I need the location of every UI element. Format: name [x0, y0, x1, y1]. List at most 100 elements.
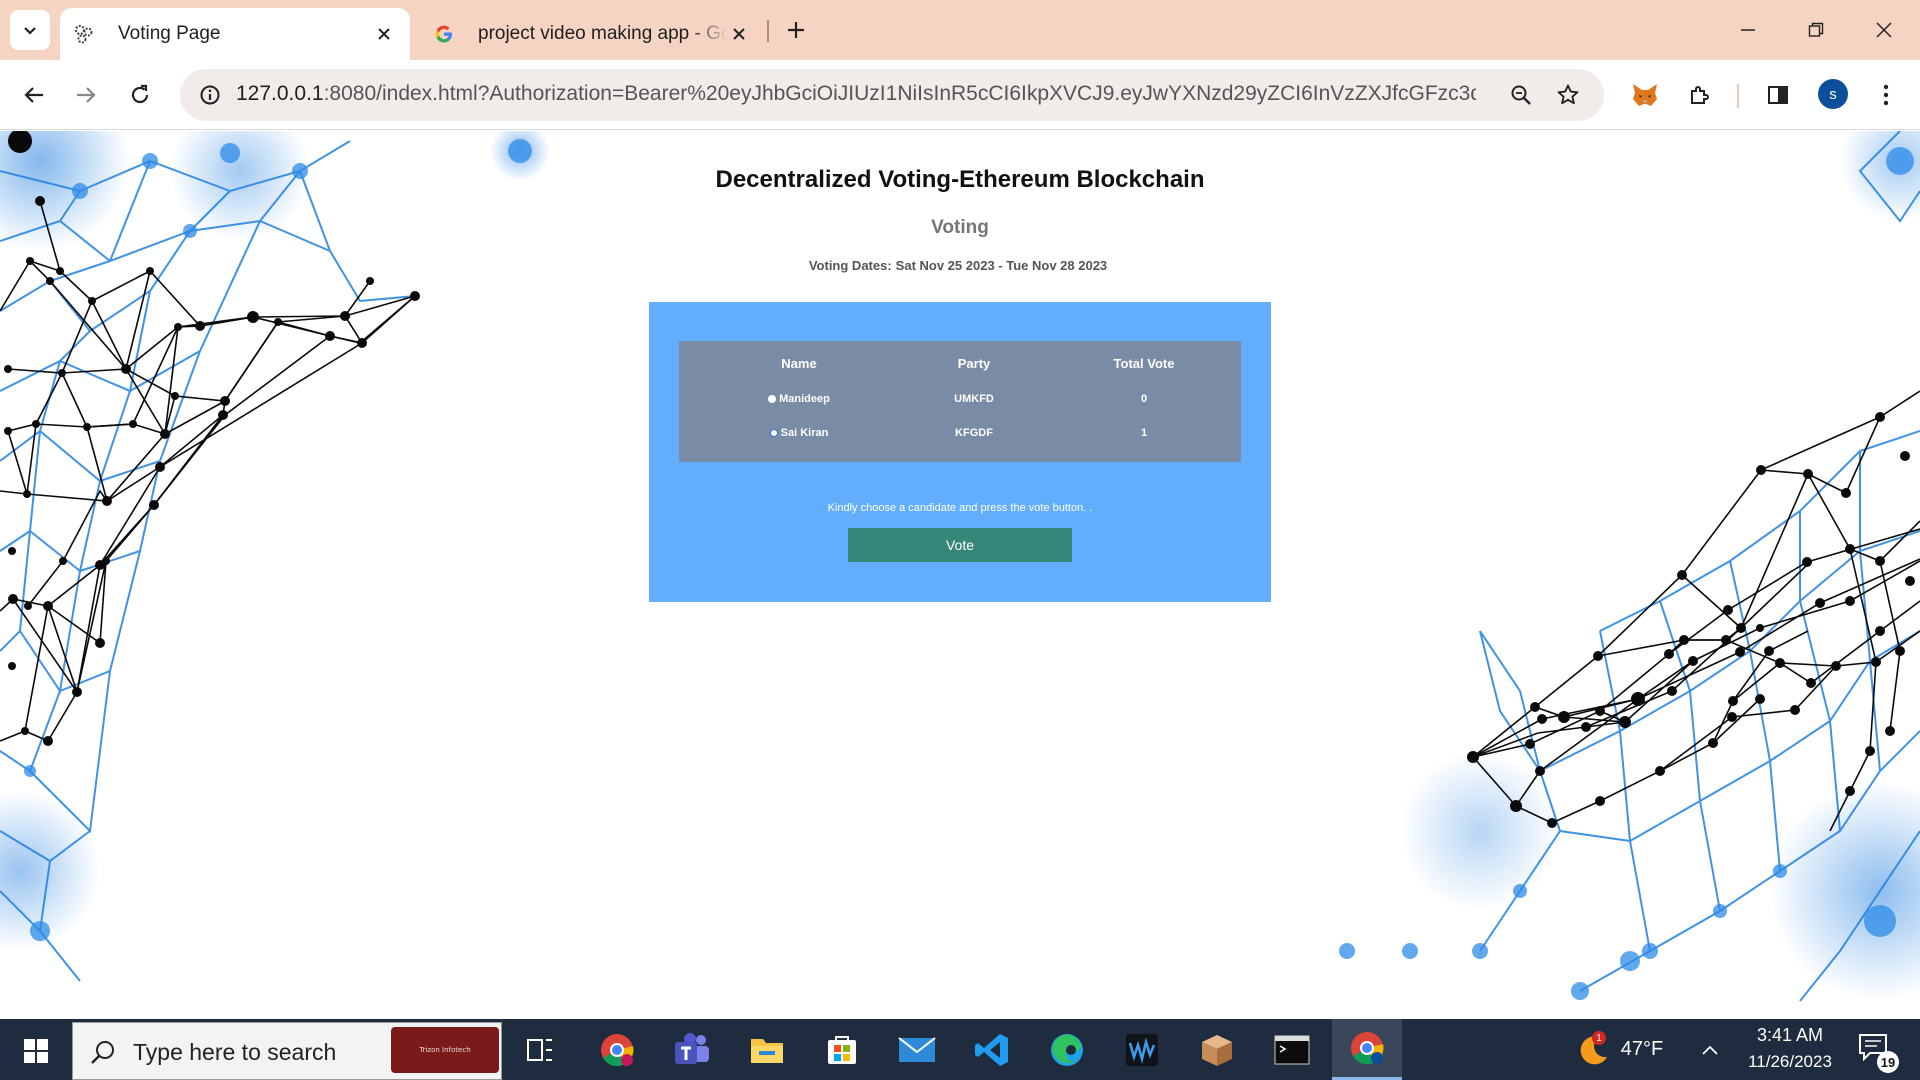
side-panel-icon[interactable] [1758, 75, 1798, 115]
header-total-vote: Total Vote [1113, 356, 1175, 371]
candidate-radio-checked[interactable] [768, 395, 777, 403]
browser-toolbar: 127.0.0.1:8080/index.html?Authorization=… [0, 60, 1920, 130]
header-name: Name [781, 356, 817, 371]
weather-alert-badge: 1 [1592, 1031, 1606, 1045]
tab-strip: Voting Page project video making app - G… [0, 0, 1920, 60]
close-icon [1876, 22, 1892, 38]
taskbar-mail[interactable] [882, 1019, 952, 1080]
candidate-row-manideep[interactable]: Manideep [719, 393, 879, 405]
folder-icon [751, 1038, 783, 1063]
plus-icon [788, 22, 804, 38]
store-icon [828, 1035, 856, 1064]
restore-button[interactable] [1788, 8, 1844, 52]
new-tab-button[interactable] [778, 12, 814, 48]
notification-count-badge: 19 [1877, 1051, 1899, 1073]
toolbar-divider [1737, 84, 1739, 108]
voting-dates-label: Voting Dates: [808, 258, 892, 273]
bookmark-star-icon[interactable] [1550, 77, 1586, 113]
vote-panel: Name Party Total Vote Manideep UMKFD 0 S… [649, 302, 1271, 602]
edge-icon [1051, 1033, 1083, 1066]
notification-center-button[interactable]: 19 [1858, 1033, 1899, 1073]
url-host: 127.0.0.1 [236, 82, 324, 105]
candidate-radio-unchecked[interactable] [769, 429, 778, 437]
taskbar-file-explorer[interactable] [732, 1019, 802, 1080]
taskbar-terminal[interactable] [1257, 1019, 1327, 1080]
windows-taskbar: Type here to search Trizon Infotech 1 47… [0, 1019, 1920, 1080]
taskbar-box-app[interactable] [1182, 1019, 1252, 1080]
tray-overflow-button[interactable] [1692, 1019, 1728, 1080]
minimize-button[interactable] [1720, 8, 1776, 52]
url-path: :8080/index.html?Authorization=Bearer%20… [323, 82, 1476, 105]
minimize-icon [1741, 29, 1755, 31]
system-clock[interactable]: 3:41 AM 11/26/2023 [1730, 1025, 1850, 1072]
voting-page-content: Decentralized Voting-Ethereum Blockchain… [0, 131, 1920, 1019]
chevron-down-icon [24, 27, 36, 35]
chrome-icon [601, 1033, 634, 1066]
profile-avatar[interactable]: s [1818, 79, 1848, 109]
candidate-name: Manideep [779, 393, 830, 405]
extensions-icon[interactable] [1680, 75, 1720, 115]
weather-temperature: 47°F [1620, 1038, 1664, 1060]
weather-widget[interactable]: 1 47°F [1565, 1019, 1675, 1080]
search-placeholder: Type here to search [133, 1039, 337, 1065]
clock-date: 11/26/2023 [1748, 1052, 1832, 1071]
search-icon [91, 1041, 114, 1064]
zoom-icon[interactable] [1503, 77, 1539, 113]
close-tab-icon[interactable] [727, 22, 751, 46]
tab-voting-page[interactable]: Voting Page [60, 8, 410, 60]
vscode-icon [975, 1033, 1008, 1066]
taskbar-search-box[interactable]: Type here to search Trizon Infotech [72, 1022, 502, 1080]
close-window-button[interactable] [1856, 8, 1912, 52]
page-subtitle: Voting [931, 217, 989, 238]
site-info-icon[interactable] [192, 77, 228, 113]
candidate-party: UMKFD [954, 393, 994, 405]
url-text[interactable]: 127.0.0.1:8080/index.html?Authorization=… [236, 82, 1476, 106]
tab-google-search[interactable]: project video making app - Goo [420, 8, 765, 60]
waveform-icon [1126, 1033, 1158, 1066]
back-button[interactable] [14, 75, 54, 115]
gear-cluster-icon [72, 22, 96, 46]
page-title: Decentralized Voting-Ethereum Blockchain [715, 166, 1205, 193]
package-box-icon [1202, 1034, 1232, 1066]
more-menu-icon[interactable] [1866, 75, 1906, 115]
taskbar-chrome[interactable] [582, 1019, 652, 1080]
windows-logo-icon [24, 1039, 48, 1063]
start-button[interactable] [14, 1034, 58, 1068]
forward-button[interactable] [66, 75, 106, 115]
restore-icon [1808, 22, 1824, 37]
task-view-icon [527, 1038, 552, 1061]
tab-search-button[interactable] [10, 10, 50, 50]
taskbar-vscode[interactable] [957, 1019, 1027, 1080]
search-highlight-logo[interactable]: Trizon Infotech [391, 1027, 499, 1073]
close-tab-icon[interactable] [372, 22, 396, 46]
taskbar-chrome-active[interactable] [1332, 1019, 1402, 1080]
candidate-row-sai-kiran[interactable]: Sai Kiran [719, 427, 879, 439]
taskbar-store[interactable] [807, 1019, 877, 1080]
tab-title: Voting Page [118, 23, 221, 44]
candidate-votes: 0 [1140, 393, 1148, 405]
candidate-party: KFGDF [955, 427, 993, 439]
candidate-name: Sai Kiran [780, 427, 829, 439]
taskbar-edge[interactable] [1032, 1019, 1102, 1080]
reload-button[interactable] [120, 75, 160, 115]
tab-separator [767, 20, 769, 42]
taskbar-teams[interactable] [657, 1019, 727, 1080]
address-bar[interactable]: 127.0.0.1:8080/index.html?Authorization=… [180, 69, 1604, 121]
candidate-votes: 1 [1140, 427, 1148, 439]
metamask-fox-icon[interactable] [1625, 75, 1665, 115]
taskbar-waves-app[interactable] [1107, 1019, 1177, 1080]
forward-icon [77, 87, 96, 103]
mail-icon [898, 1036, 936, 1062]
teams-icon [675, 1032, 709, 1064]
header-party: Party [957, 356, 991, 371]
reload-icon [131, 84, 149, 104]
chevron-up-icon [1702, 1045, 1718, 1055]
task-view-button[interactable] [505, 1019, 575, 1080]
google-g-icon [432, 22, 456, 46]
voting-dates: Voting Dates: Sat Nov 25 2023 - Tue Nov 2… [660, 258, 1260, 273]
terminal-icon [1274, 1035, 1310, 1064]
back-icon [24, 87, 43, 103]
voting-dates-value: Sat Nov 25 2023 - Tue Nov 28 2023 [895, 258, 1108, 273]
vote-button[interactable]: Vote [848, 528, 1072, 562]
page-viewport: Decentralized Voting-Ethereum Blockchain… [0, 131, 1920, 1019]
